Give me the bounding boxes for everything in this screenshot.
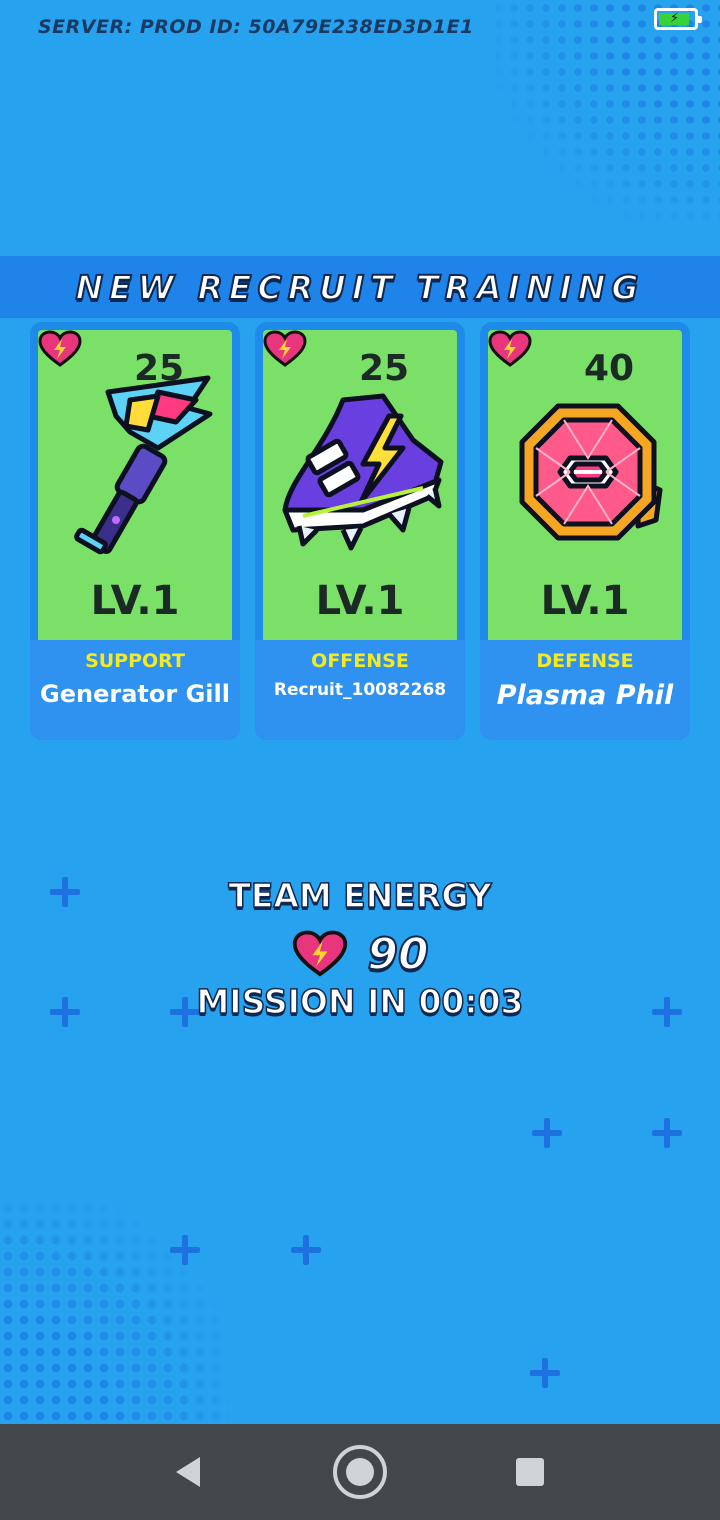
system-navigation-bar — [0, 1424, 720, 1520]
plus-decoration-icon — [652, 1118, 682, 1148]
mission-countdown: MISSION IN 00:03 — [196, 981, 525, 1022]
heart-energy-icon — [293, 930, 348, 977]
card-footer: OFFENSE Recruit_10082268 — [255, 640, 465, 740]
plus-decoration-icon — [532, 1118, 562, 1148]
card-level: LV.1 — [90, 578, 180, 624]
team-energy-label: TEAM ENERGY — [228, 875, 493, 916]
heart-energy-icon — [38, 330, 82, 367]
recents-square-icon — [516, 1458, 544, 1486]
card-role: OFFENSE — [311, 650, 409, 672]
plus-decoration-icon — [291, 1235, 321, 1265]
banner-title: NEW RECRUIT TRAINING — [74, 267, 645, 308]
recruit-card-offense[interactable]: 25 LV.1 OFFENSE Recruit_10082268 — [255, 322, 465, 740]
recruit-card-support[interactable]: 25 LV.1 SUPPORT Generator Gill — [30, 322, 240, 740]
card-art: 40 LV.1 — [488, 330, 682, 640]
card-level: LV.1 — [540, 578, 630, 624]
card-role: DEFENSE — [536, 650, 634, 672]
card-footer: SUPPORT Generator Gill — [30, 640, 240, 740]
team-energy-row: 90 — [0, 926, 720, 982]
card-energy-value: 25 — [359, 348, 410, 389]
halftone-decoration-top — [490, 0, 720, 230]
card-level: LV.1 — [315, 578, 405, 624]
card-art: 25 LV.1 — [38, 330, 232, 640]
nav-home-button[interactable] — [310, 1424, 410, 1520]
heart-energy-icon — [488, 330, 532, 367]
battery-charging-icon: ⚡ — [654, 8, 702, 30]
card-art: 25 LV.1 — [263, 330, 457, 640]
card-name: Generator Gill — [40, 680, 230, 708]
back-triangle-icon — [176, 1457, 200, 1487]
server-id-label: SERVER: PROD ID: 50A79E238ED3D1E1 — [38, 16, 474, 38]
halftone-decoration-bottom — [0, 1200, 230, 1425]
plus-decoration-icon — [530, 1358, 560, 1388]
card-energy-value: 40 — [584, 348, 635, 389]
card-energy-value: 25 — [134, 348, 185, 389]
card-name: Plasma Phil — [496, 680, 674, 711]
training-banner: NEW RECRUIT TRAINING — [0, 256, 720, 318]
card-name: Recruit_10082268 — [273, 680, 447, 700]
card-role: SUPPORT — [85, 650, 185, 672]
team-energy-value: 90 — [366, 928, 429, 981]
nav-back-button[interactable] — [138, 1424, 238, 1520]
card-footer: DEFENSE Plasma Phil — [480, 640, 690, 740]
plus-decoration-icon — [170, 1235, 200, 1265]
home-circle-icon — [333, 1445, 387, 1499]
nav-recents-button[interactable] — [480, 1424, 580, 1520]
recruit-card-defense[interactable]: 40 LV.1 DEFENSE Plasma Phil — [480, 322, 690, 740]
heart-energy-icon — [263, 330, 307, 367]
